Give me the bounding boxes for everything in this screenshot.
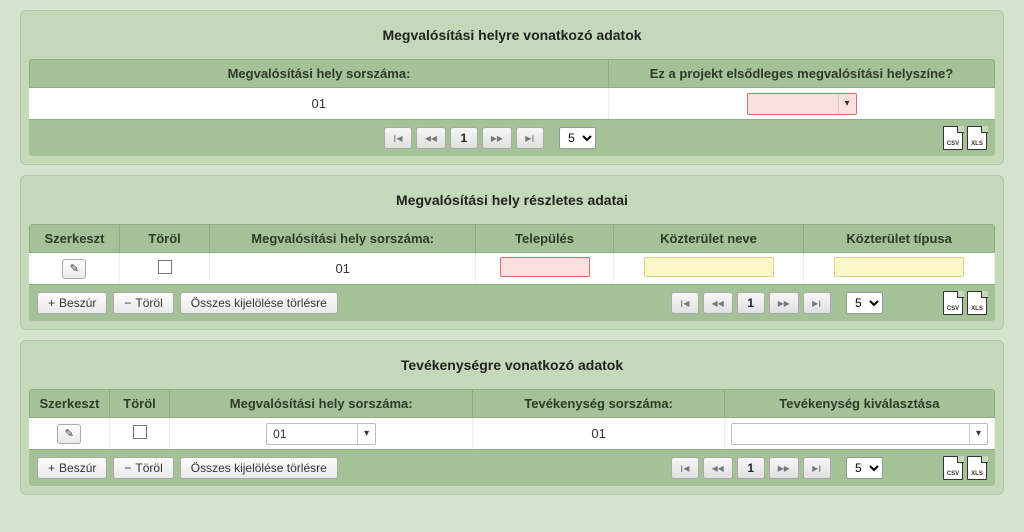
- export-xls-icon[interactable]: XLS: [967, 126, 987, 150]
- export-csv-icon[interactable]: CSV: [943, 456, 963, 480]
- insert-button[interactable]: +Beszúr: [37, 457, 107, 479]
- plus-icon: +: [48, 461, 55, 475]
- pager-next[interactable]: ▸▸: [482, 127, 512, 149]
- pager-first[interactable]: ı◂: [671, 457, 699, 479]
- panel-title: Megvalósítási hely részletes adatai: [29, 184, 995, 224]
- primary-location-select[interactable]: ▾: [747, 93, 857, 115]
- delete-checkbox[interactable]: [158, 260, 172, 274]
- col-header-kozter-neve: Közterület neve: [613, 225, 804, 253]
- activity-select[interactable]: ▾: [731, 423, 988, 445]
- col-header-kozter-tipusa: Közterület típusa: [804, 225, 995, 253]
- col-header-elsodleges: Ez a projekt elsődleges megvalósítási he…: [609, 60, 995, 88]
- pager: ı◂ ◂◂ 1 ▸▸ ▸ı 5: [671, 457, 883, 479]
- export-xls-icon[interactable]: XLS: [967, 291, 987, 315]
- col-header-tev-sorszam: Tevékenység sorszáma:: [473, 390, 724, 418]
- pager-page[interactable]: 1: [737, 292, 765, 314]
- meg-sorszam-select[interactable]: 01 ▾: [266, 423, 376, 445]
- plus-icon: +: [48, 296, 55, 310]
- cell-sorszam: 01: [30, 88, 609, 120]
- pager-page[interactable]: 1: [737, 457, 765, 479]
- delete-button[interactable]: −Töröl: [113, 292, 173, 314]
- pager-next[interactable]: ▸▸: [769, 457, 799, 479]
- pager-first[interactable]: ı◂: [671, 292, 699, 314]
- edit-button[interactable]: ✎: [57, 424, 81, 444]
- col-header-sorszam: Megvalósítási hely sorszáma:: [210, 225, 476, 253]
- page-size-select[interactable]: 5: [846, 292, 883, 314]
- panel-location-details: Megvalósítási hely részletes adatai Szer…: [20, 175, 1004, 330]
- cell-tev-sorszam: 01: [473, 418, 724, 450]
- kozterulet-neve-input[interactable]: [644, 257, 774, 277]
- col-header-edit: Szerkeszt: [30, 225, 120, 253]
- caret-down-icon: ▾: [357, 424, 375, 444]
- kozterulet-tipusa-input[interactable]: [834, 257, 964, 277]
- pager-prev[interactable]: ◂◂: [416, 127, 446, 149]
- export-csv-icon[interactable]: CSV: [943, 291, 963, 315]
- col-header-tev-kivalasztasa: Tevékenység kiválasztása: [724, 390, 994, 418]
- page-size-select[interactable]: 5: [559, 127, 596, 149]
- panel-location-data: Megvalósítási helyre vonatkozó adatok Me…: [20, 10, 1004, 165]
- pencil-icon: ✎: [70, 262, 79, 275]
- panel-activity-data: Tevékenységre vonatkozó adatok Szerkeszt…: [20, 340, 1004, 495]
- col-header-del: Töröl: [110, 390, 170, 418]
- minus-icon: −: [124, 461, 131, 475]
- pager-first[interactable]: ı◂: [384, 127, 412, 149]
- cell-elsodleges: ▾: [609, 88, 995, 120]
- export-csv-icon[interactable]: CSV: [943, 126, 963, 150]
- telepules-input[interactable]: [500, 257, 590, 277]
- pager-last[interactable]: ▸ı: [803, 457, 831, 479]
- col-header-del: Töröl: [120, 225, 210, 253]
- pencil-icon: ✎: [65, 427, 74, 440]
- col-header-sorszam: Megvalósítási hely sorszáma:: [30, 60, 609, 88]
- page-size-select[interactable]: 5: [846, 457, 883, 479]
- panel-title: Megvalósítási helyre vonatkozó adatok: [29, 19, 995, 59]
- delete-checkbox[interactable]: [133, 425, 147, 439]
- caret-down-icon: ▾: [969, 424, 987, 444]
- clear-selection-button[interactable]: Összes kijelölése törlésre: [180, 457, 338, 479]
- pager-last[interactable]: ▸ı: [516, 127, 544, 149]
- caret-down-icon: ▾: [838, 94, 856, 114]
- edit-button[interactable]: ✎: [62, 259, 86, 279]
- panel-title: Tevékenységre vonatkozó adatok: [29, 349, 995, 389]
- pager-next[interactable]: ▸▸: [769, 292, 799, 314]
- cell-sorszam: 01: [210, 253, 476, 285]
- col-header-meg-sorszam: Megvalósítási hely sorszáma:: [170, 390, 473, 418]
- insert-button[interactable]: +Beszúr: [37, 292, 107, 314]
- pager-page[interactable]: 1: [450, 127, 478, 149]
- col-header-edit: Szerkeszt: [30, 390, 110, 418]
- minus-icon: −: [124, 296, 131, 310]
- clear-selection-button[interactable]: Összes kijelölése törlésre: [180, 292, 338, 314]
- col-header-telepules: Település: [476, 225, 613, 253]
- pager-last[interactable]: ▸ı: [803, 292, 831, 314]
- delete-button[interactable]: −Töröl: [113, 457, 173, 479]
- pager-prev[interactable]: ◂◂: [703, 292, 733, 314]
- pager: ı◂ ◂◂ 1 ▸▸ ▸ı 5: [384, 127, 596, 149]
- export-xls-icon[interactable]: XLS: [967, 456, 987, 480]
- pager-prev[interactable]: ◂◂: [703, 457, 733, 479]
- pager: ı◂ ◂◂ 1 ▸▸ ▸ı 5: [671, 292, 883, 314]
